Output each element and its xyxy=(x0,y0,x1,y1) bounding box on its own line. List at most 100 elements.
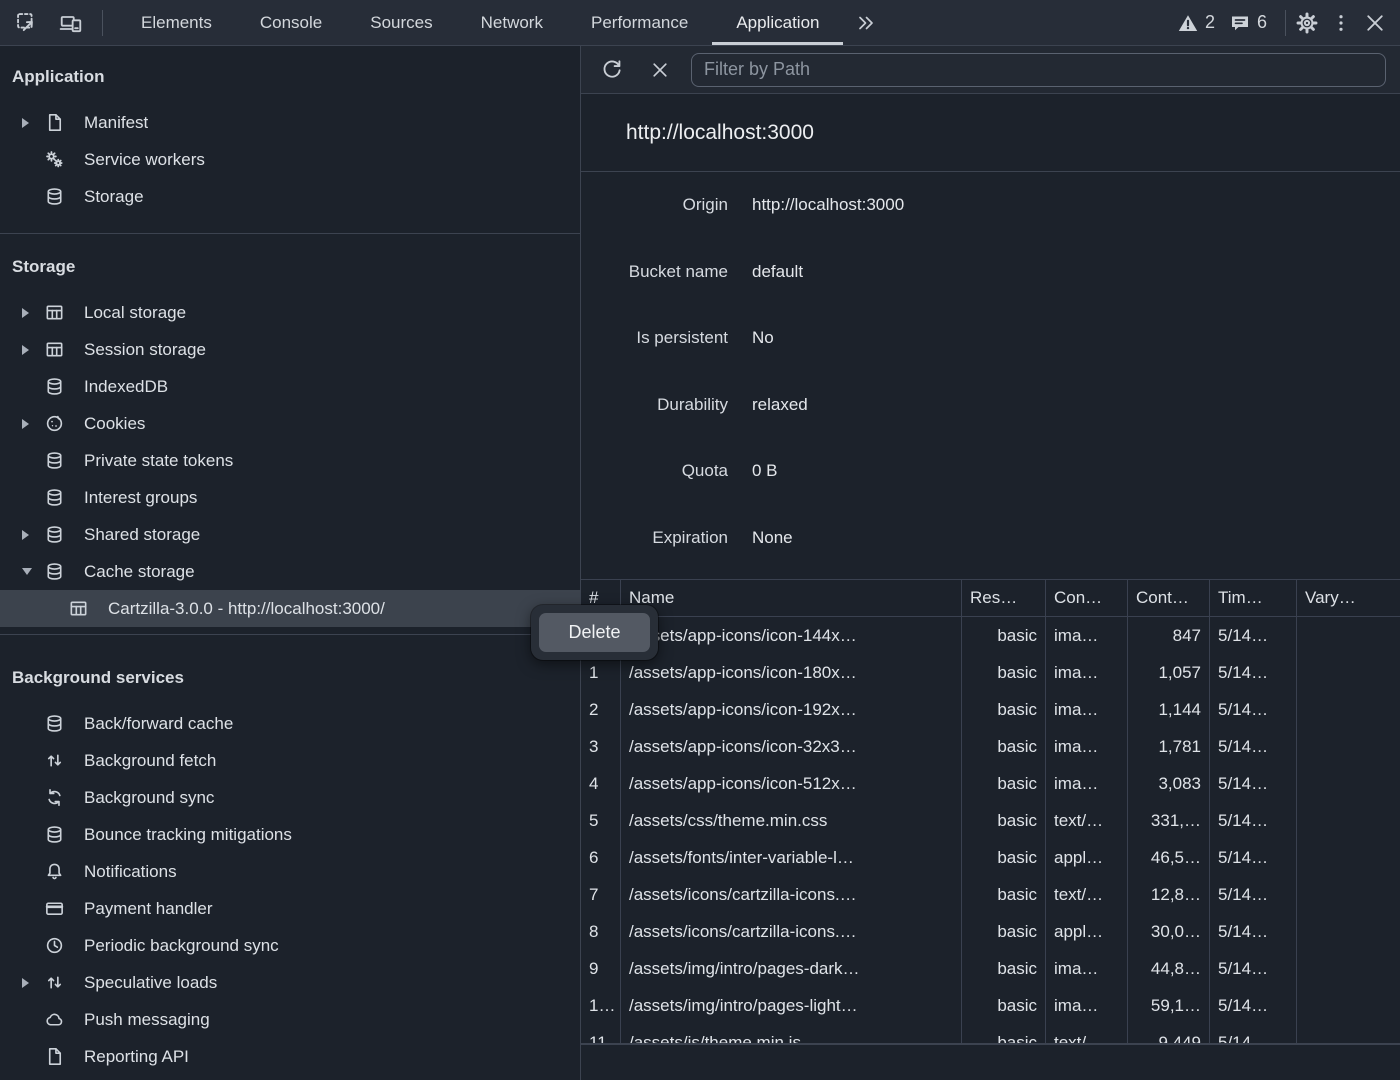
clear-x-icon[interactable] xyxy=(643,53,677,87)
twisty-spacer xyxy=(22,779,42,816)
detail-value: default xyxy=(752,262,803,282)
cloud-icon xyxy=(42,1009,66,1030)
sidebar-item-cartzilla-3-0-0-http-localhost-3000[interactable]: Cartzilla-3.0.0 - http://localhost:3000/ xyxy=(0,590,580,627)
section-title-storage: Storage xyxy=(0,250,580,284)
devtools-tabs: ElementsConsoleSources Network Performance… xyxy=(117,0,843,45)
refresh-icon[interactable] xyxy=(595,53,629,87)
sidebar-item-payment-handler[interactable]: Payment handler xyxy=(0,890,580,927)
cell-name: /assets/icons/cartzilla-icons.… xyxy=(621,913,962,950)
inspect-element-icon[interactable] xyxy=(10,6,44,40)
sidebar-item-private-state-tokens[interactable]: Private state tokens xyxy=(0,442,580,479)
cell-content-type: ima… xyxy=(1046,617,1128,654)
twisty-collapsed-icon[interactable] xyxy=(22,964,42,1001)
table-row[interactable]: 3/assets/app-icons/icon-32x3…basicima…1,… xyxy=(581,728,1400,765)
issue-count: 6 xyxy=(1257,12,1267,33)
sidebar-section-application: ApplicationManifestService workersStorag… xyxy=(0,46,580,233)
issues-badge[interactable]: 6 xyxy=(1229,12,1267,34)
twisty-expanded-icon[interactable] xyxy=(22,553,42,590)
cell-content-type: appl… xyxy=(1046,839,1128,876)
payment-card-icon xyxy=(42,898,66,919)
sidebar-item-indexeddb[interactable]: IndexedDB xyxy=(0,368,580,405)
sidebar-item-local-storage[interactable]: Local storage xyxy=(0,294,580,331)
tab-application[interactable]: Application xyxy=(712,0,843,45)
cell-content-length: 1,144 xyxy=(1128,691,1210,728)
table-row[interactable]: 1…/assets/img/intro/pages-light…basicima… xyxy=(581,987,1400,1024)
sidebar-item-background-fetch[interactable]: Background fetch xyxy=(0,742,580,779)
table-row[interactable]: 11/assets/js/theme.min.jsbasictext/…9,44… xyxy=(581,1024,1400,1043)
sync-arrows-icon xyxy=(42,787,66,808)
column-header-vary-header[interactable]: Vary… xyxy=(1297,580,1400,616)
tab-sources[interactable]: Sources xyxy=(346,0,456,45)
cell-vary-header xyxy=(1297,950,1400,987)
table-row[interactable]: 9/assets/img/intro/pages-dark…basicima…4… xyxy=(581,950,1400,987)
column-header-time-cached[interactable]: Tim… xyxy=(1210,580,1297,616)
detail-row-expiration: ExpirationNone xyxy=(581,505,1400,572)
table-row[interactable]: 4/assets/app-icons/icon-512x…basicima…3,… xyxy=(581,765,1400,802)
cell-vary-header xyxy=(1297,728,1400,765)
detail-label: Durability xyxy=(581,395,728,415)
detail-row-is-persistent: Is persistentNo xyxy=(581,305,1400,372)
column-header-name[interactable]: Name xyxy=(621,580,962,616)
origin-title: http://localhost:3000 xyxy=(626,121,814,145)
close-devtools-icon[interactable] xyxy=(1358,6,1392,40)
cell-vary-header xyxy=(1297,654,1400,691)
database-icon xyxy=(42,824,66,845)
menu-item-delete[interactable]: Delete xyxy=(539,613,650,652)
sidebar-item-storage[interactable]: Storage xyxy=(0,178,580,215)
cell-time-cached: 5/14… xyxy=(1210,913,1297,950)
sidebar-item-shared-storage[interactable]: Shared storage xyxy=(0,516,580,553)
cell-content-length: 59,1… xyxy=(1128,987,1210,1024)
tab-console[interactable]: Console xyxy=(236,0,346,45)
sidebar-item-push-messaging[interactable]: Push messaging xyxy=(0,1001,580,1038)
kebab-menu-icon[interactable] xyxy=(1324,6,1358,40)
sidebar-item-back-forward-cache[interactable]: Back/forward cache xyxy=(0,705,580,742)
device-toolbar-icon[interactable] xyxy=(54,6,88,40)
settings-gear-icon[interactable] xyxy=(1290,6,1324,40)
sidebar-item-reporting-api[interactable]: Reporting API xyxy=(0,1038,580,1075)
sidebar-item-background-sync[interactable]: Background sync xyxy=(0,779,580,816)
table-row[interactable]: 6/assets/fonts/inter-variable-l…basicapp… xyxy=(581,839,1400,876)
more-tabs-button[interactable] xyxy=(843,0,889,45)
column-header-response-type[interactable]: Res… xyxy=(962,580,1046,616)
table-row[interactable]: 5/assets/css/theme.min.cssbasictext/…331… xyxy=(581,802,1400,839)
sidebar-item-periodic-background-sync[interactable]: Periodic background sync xyxy=(0,927,580,964)
table-row[interactable]: 7/assets/icons/cartzilla-icons.…basictex… xyxy=(581,876,1400,913)
cell-name: /assets/img/intro/pages-light… xyxy=(621,987,962,1024)
twisty-spacer xyxy=(22,853,42,890)
tab-performance[interactable]: Performance xyxy=(567,0,712,45)
sidebar-item-service-workers[interactable]: Service workers xyxy=(0,141,580,178)
sidebar-item-bounce-tracking-mitigations[interactable]: Bounce tracking mitigations xyxy=(0,816,580,853)
twisty-collapsed-icon[interactable] xyxy=(22,104,42,141)
table-row[interactable]: 2/assets/app-icons/icon-192x…basicima…1,… xyxy=(581,691,1400,728)
table-row[interactable]: 1/assets/app-icons/icon-180x…basicima…1,… xyxy=(581,654,1400,691)
sidebar-item-interest-groups[interactable]: Interest groups xyxy=(0,479,580,516)
tab-elements[interactable]: Elements xyxy=(117,0,236,45)
table-row[interactable]: 8/assets/icons/cartzilla-icons.…basicapp… xyxy=(581,913,1400,950)
column-header-content-type[interactable]: Con… xyxy=(1046,580,1128,616)
twisty-collapsed-icon[interactable] xyxy=(22,331,42,368)
sidebar-item-speculative-loads[interactable]: Speculative loads xyxy=(0,964,580,1001)
toolbar-divider xyxy=(1285,10,1286,36)
warnings-badge[interactable]: 2 xyxy=(1177,12,1215,34)
table-row[interactable]: 0/assets/app-icons/icon-144x…basicima…84… xyxy=(581,617,1400,654)
toolbar-left-group xyxy=(0,0,117,45)
cell-vary-header xyxy=(1297,839,1400,876)
tab-network[interactable]: Network xyxy=(457,0,567,45)
sidebar-item-cache-storage[interactable]: Cache storage xyxy=(0,553,580,590)
cell-content-length: 1,781 xyxy=(1128,728,1210,765)
column-header-content-length[interactable]: Cont… xyxy=(1128,580,1210,616)
cell-index: 8 xyxy=(581,913,621,950)
sidebar-item-notifications[interactable]: Notifications xyxy=(0,853,580,890)
cell-time-cached: 5/14… xyxy=(1210,765,1297,802)
twisty-collapsed-icon[interactable] xyxy=(22,294,42,331)
sidebar-item-session-storage[interactable]: Session storage xyxy=(0,331,580,368)
twisty-collapsed-icon[interactable] xyxy=(22,405,42,442)
twisty-collapsed-icon[interactable] xyxy=(22,516,42,553)
sidebar-item-cookies[interactable]: Cookies xyxy=(0,405,580,442)
tab-label: Network xyxy=(481,13,543,33)
filter-by-path-input[interactable] xyxy=(691,53,1386,87)
document-icon xyxy=(42,1046,66,1067)
sidebar-item-manifest[interactable]: Manifest xyxy=(0,104,580,141)
warning-icon xyxy=(1177,12,1199,34)
devtools-window: ElementsConsoleSources Network Performance… xyxy=(0,0,1400,1080)
